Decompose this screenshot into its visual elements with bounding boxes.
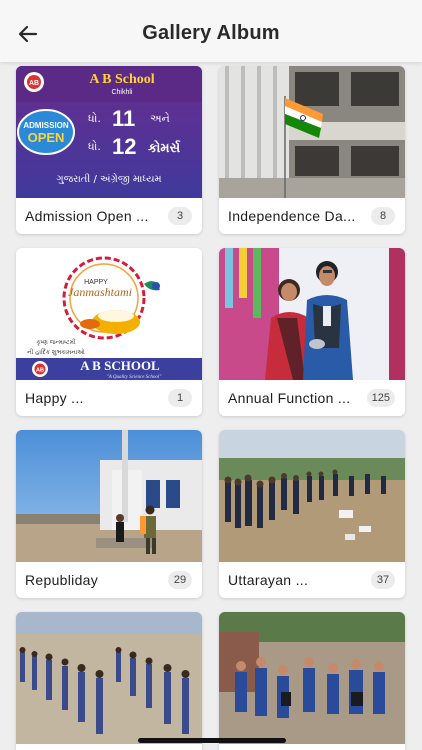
wish-line2: ની હાર્દિક શુભકામનાઓ: [27, 348, 85, 356]
album-title: Independence Da...: [228, 208, 356, 224]
std1-suffix: અને: [150, 112, 170, 125]
wish-line1: કૃષ્ણ જન્માષ્ટમી: [36, 338, 76, 346]
photo-count-badge: 1: [168, 389, 192, 407]
poster-festival: Janmashtami: [68, 285, 132, 299]
album-grid[interactable]: AB A B School Chikhli ADMISSION OPEN ધો.…: [0, 62, 422, 750]
album-card[interactable]: Republiday 29: [16, 430, 202, 598]
photo-count-badge: 8: [371, 207, 395, 225]
app-header: Gallery Album: [0, 0, 422, 62]
album-card[interactable]: Independence Da... 8: [219, 66, 405, 234]
photo-count-badge: 29: [168, 571, 192, 589]
std2-prefix: ધો.: [88, 140, 101, 153]
album-title: Happy ...: [25, 390, 84, 406]
album-title: Admission Open ...: [25, 208, 149, 224]
album-title: Republiday: [25, 572, 99, 588]
album-thumbnail: [219, 612, 405, 744]
album-thumbnail: [16, 430, 202, 562]
album-card[interactable]: Uttarayan ... 37: [219, 430, 405, 598]
page-title: Gallery Album: [142, 22, 280, 44]
std1-number: 11: [112, 106, 135, 131]
std2-suffix: કોમર્સ: [148, 139, 181, 156]
poster-school-name: A B SCHOOL: [80, 358, 160, 373]
photo-count-badge: 125: [366, 389, 395, 407]
album-thumbnail: [219, 248, 405, 380]
album-title: Uttarayan ...: [228, 572, 309, 588]
app-screen: Gallery Album AB A B School Chikhli ADMI…: [0, 0, 422, 750]
album-thumbnail: [16, 612, 202, 744]
album-card[interactable]: [16, 612, 202, 750]
poster-school-name: A B School: [89, 72, 154, 87]
poster-medium: ગુજરાતી / અંગ્રેજી માધ્યમ: [56, 172, 161, 185]
album-card[interactable]: HAPPY Janmashtami કૃષ્ણ જન્માષ્ટમી ની હા…: [16, 248, 202, 416]
album-thumbnail: AB A B School Chikhli ADMISSION OPEN ધો.…: [16, 66, 202, 198]
album-thumbnail: HAPPY Janmashtami કૃષ્ણ જન્માષ્ટમી ની હા…: [16, 248, 202, 380]
album-card[interactable]: AB A B School Chikhli ADMISSION OPEN ધો.…: [16, 66, 202, 234]
std2-number: 12: [112, 134, 136, 159]
album-card[interactable]: Annual Function ... 125: [219, 248, 405, 416]
poster-logo-text: AB: [29, 80, 39, 87]
poster-tagline: "A Quality Science School": [107, 375, 163, 380]
album-title: Annual Function ...: [228, 390, 351, 406]
admission-badge-line1: ADMISSION: [23, 121, 69, 130]
poster-location: Chikhli: [111, 89, 132, 96]
photo-count-badge: 3: [168, 207, 192, 225]
album-thumbnail: [219, 430, 405, 562]
album-card[interactable]: [219, 612, 405, 750]
photo-count-badge: 37: [371, 571, 395, 589]
std1-prefix: ધો.: [88, 112, 101, 125]
poster-logo-text: AB: [36, 368, 44, 374]
album-thumbnail: [219, 66, 405, 198]
home-indicator[interactable]: [138, 738, 286, 743]
admission-badge-line2: OPEN: [28, 130, 65, 145]
